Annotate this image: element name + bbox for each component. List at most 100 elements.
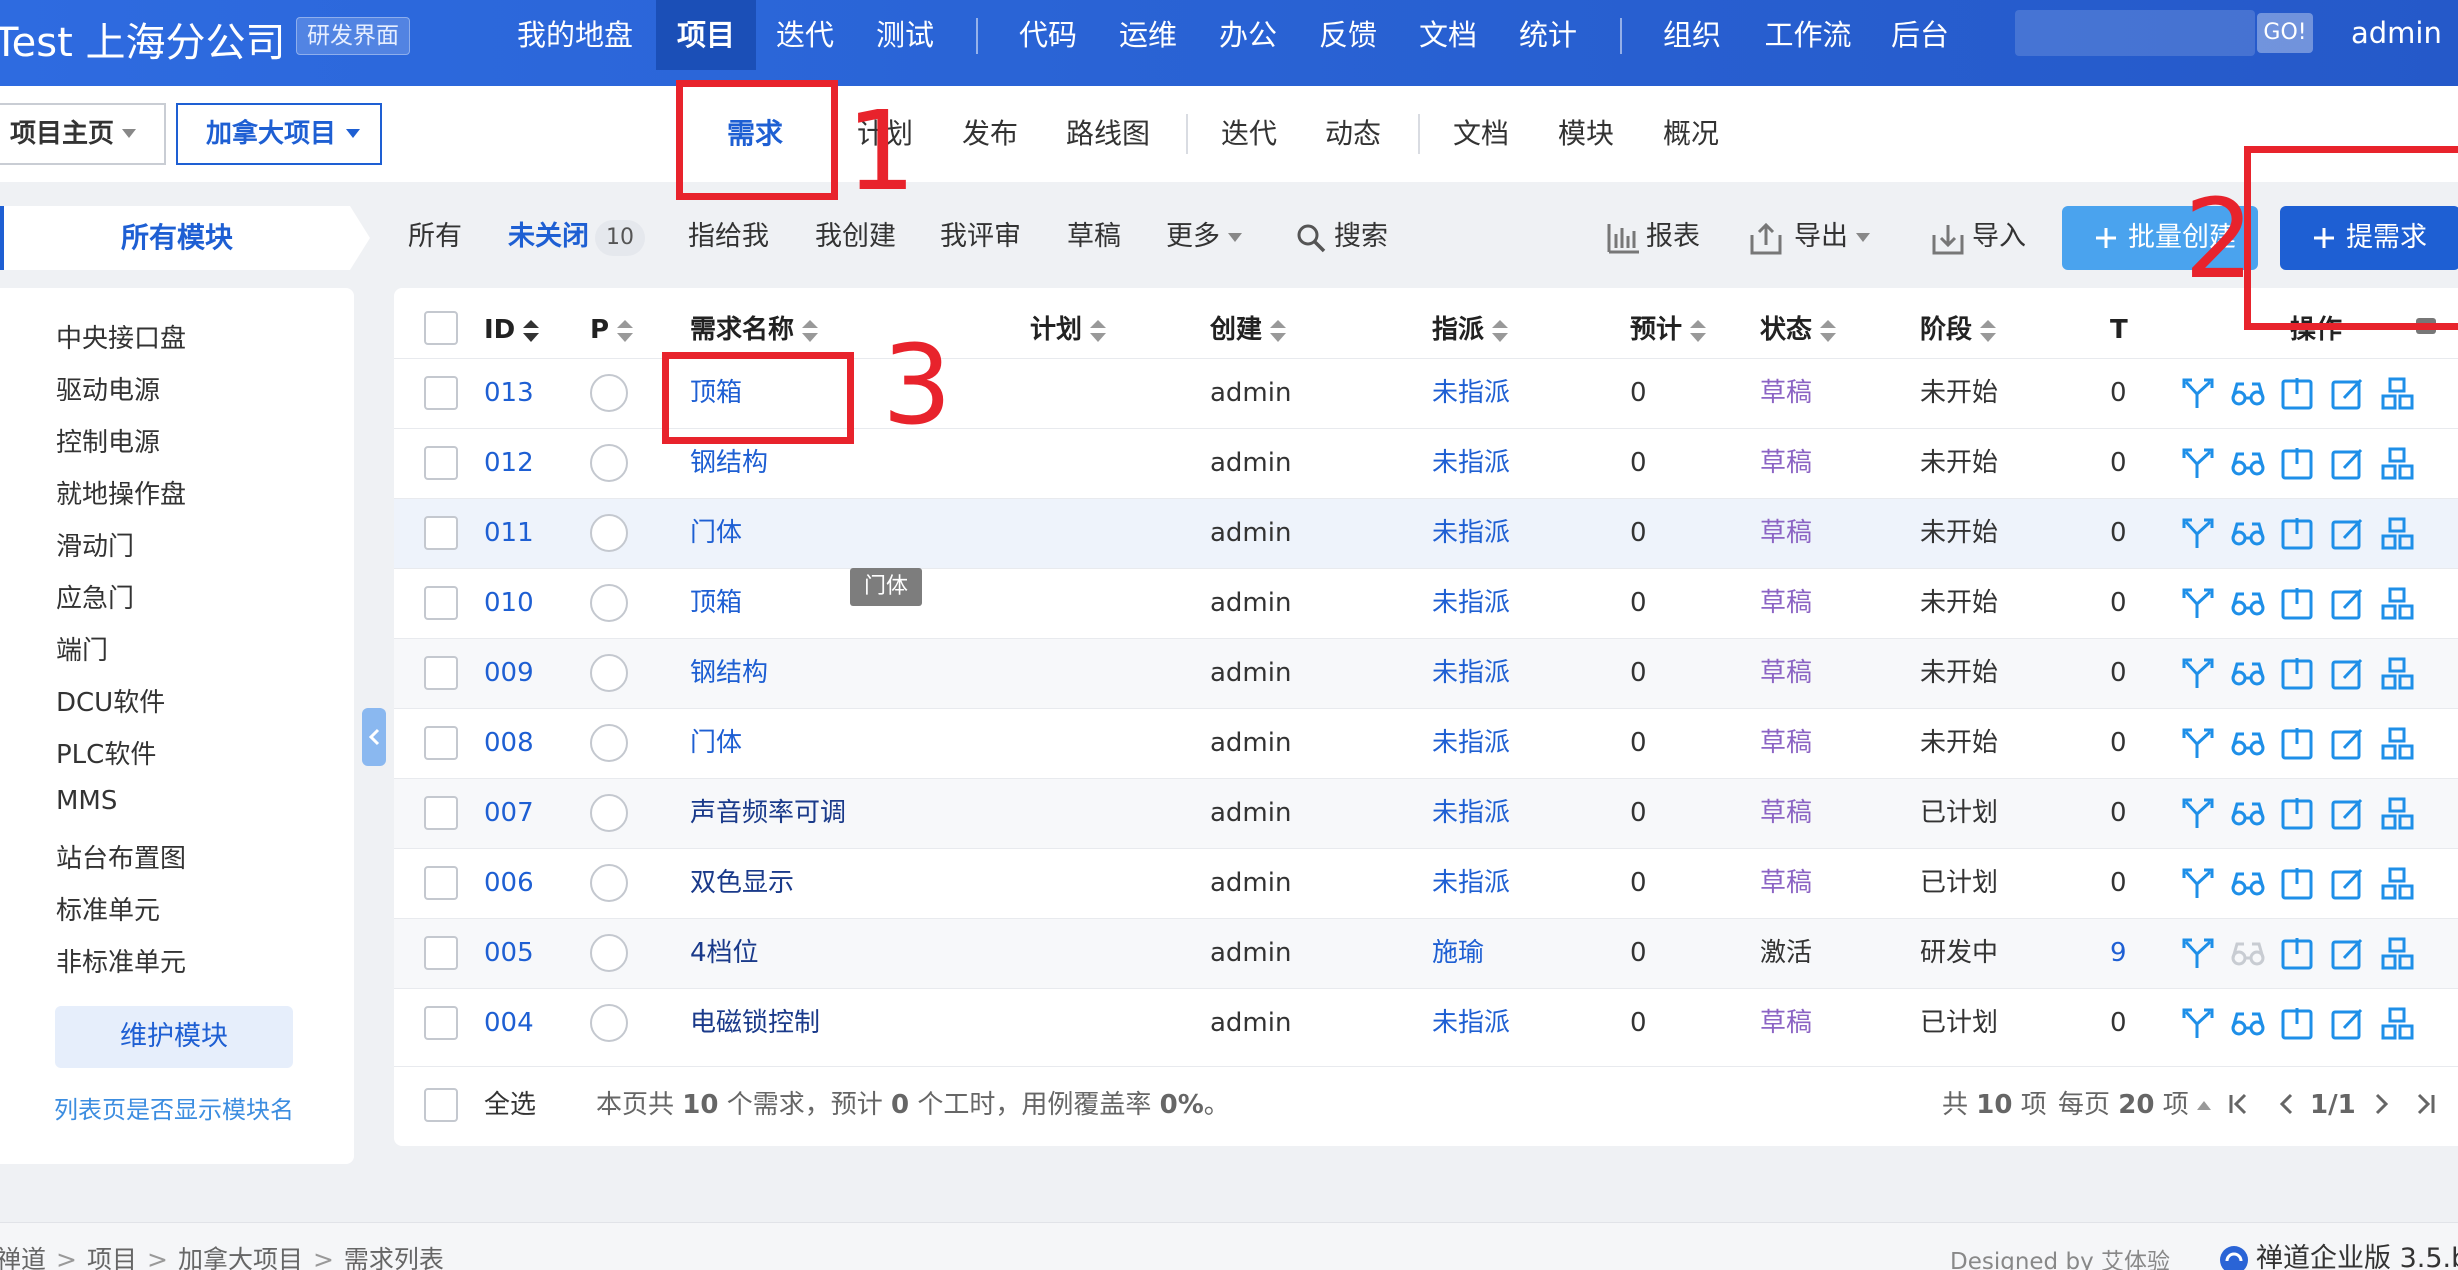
row-checkbox[interactable] [424, 376, 458, 410]
split-icon[interactable] [2180, 376, 2216, 412]
search-go-button[interactable]: GO! [2257, 13, 2313, 53]
footer-crumb[interactable]: 禅道 [0, 1245, 46, 1270]
edit-icon[interactable] [2330, 796, 2366, 832]
col-header-name[interactable]: 需求名称 [690, 312, 819, 348]
col-header-estimate[interactable]: 预计 [1630, 312, 1707, 348]
edit-icon[interactable] [2330, 866, 2366, 902]
split-icon[interactable] [2180, 726, 2216, 762]
split-icon[interactable] [2180, 866, 2216, 902]
filter-all[interactable]: 所有 [408, 212, 462, 262]
col-header-tasks[interactable]: T [2110, 312, 2128, 348]
page-size-dropdown[interactable]: 每页 20 项 [2058, 1070, 2211, 1140]
nav-feedback[interactable]: 反馈 [1308, 0, 1388, 70]
edit-icon[interactable] [2330, 586, 2366, 622]
story-name-link[interactable]: 声音频率可调 [690, 778, 846, 848]
module-item[interactable]: 端门 [56, 630, 108, 667]
edit-icon[interactable] [2330, 376, 2366, 412]
module-item[interactable]: 滑动门 [56, 526, 134, 563]
col-header-creator[interactable]: 创建 [1210, 312, 1287, 348]
col-header-priority[interactable]: P [590, 312, 634, 348]
story-assignee-link[interactable]: 未指派 [1432, 428, 1510, 498]
import-button[interactable]: 导入 [1930, 212, 2026, 262]
close-icon[interactable] [2280, 446, 2316, 482]
review-icon[interactable] [2230, 446, 2266, 482]
story-name-link[interactable]: 双色显示 [690, 848, 794, 918]
edit-icon[interactable] [2330, 726, 2366, 762]
col-header-status[interactable]: 状态 [1760, 312, 1837, 348]
split-icon[interactable] [2180, 796, 2216, 832]
subnav-roadmap[interactable]: 路线图 [1060, 86, 1156, 182]
nav-admin[interactable]: 后台 [1880, 0, 1960, 70]
story-id-link[interactable]: 010 [484, 568, 534, 638]
nav-office[interactable]: 办公 [1208, 0, 1288, 70]
search-toggle[interactable]: 搜索 [1296, 212, 1388, 262]
story-name-link[interactable]: 钢结构 [690, 638, 768, 708]
filter-unclosed[interactable]: 未关闭 10 [508, 212, 645, 262]
first-page-icon[interactable] [2228, 1093, 2250, 1115]
copy-icon[interactable] [2380, 446, 2416, 482]
row-checkbox[interactable] [424, 656, 458, 690]
close-icon[interactable] [2280, 516, 2316, 552]
nav-code[interactable]: 代码 [1008, 0, 1088, 70]
review-icon[interactable] [2230, 726, 2266, 762]
nav-docs[interactable]: 文档 [1408, 0, 1488, 70]
module-item[interactable]: 控制电源 [56, 422, 160, 459]
review-icon[interactable] [2230, 656, 2266, 692]
col-header-stage[interactable]: 阶段 [1920, 312, 1997, 348]
subnav-module[interactable]: 模块 [1551, 86, 1621, 182]
next-page-icon[interactable] [2370, 1093, 2392, 1115]
sidebar-collapse-toggle[interactable] [362, 708, 386, 766]
all-modules-tab[interactable]: 所有模块 [0, 206, 350, 270]
story-assignee-link[interactable]: 未指派 [1432, 778, 1510, 848]
prev-page-icon[interactable] [2276, 1093, 2298, 1115]
footer-crumb[interactable]: 项目 [87, 1245, 137, 1270]
crumb-project-home[interactable]: 项目主页 [0, 103, 166, 165]
row-checkbox[interactable] [424, 796, 458, 830]
nav-workflow[interactable]: 工作流 [1756, 0, 1860, 70]
copy-icon[interactable] [2380, 1006, 2416, 1042]
story-id-link[interactable]: 013 [484, 358, 534, 428]
review-icon[interactable] [2230, 586, 2266, 622]
edit-icon[interactable] [2330, 516, 2366, 552]
header-select-checkbox[interactable] [424, 311, 458, 345]
story-name-link[interactable]: 顶箱 [690, 568, 742, 638]
copy-icon[interactable] [2380, 936, 2416, 972]
module-item[interactable]: 站台布置图 [56, 838, 186, 875]
review-icon[interactable] [2230, 516, 2266, 552]
module-item[interactable]: 应急门 [56, 578, 134, 615]
row-checkbox[interactable] [424, 726, 458, 760]
subnav-iteration[interactable]: 迭代 [1214, 86, 1284, 182]
module-item[interactable]: 非标准单元 [56, 942, 186, 979]
copy-icon[interactable] [2380, 656, 2416, 692]
split-icon[interactable] [2180, 1006, 2216, 1042]
story-id-link[interactable]: 011 [484, 498, 534, 568]
split-icon[interactable] [2180, 446, 2216, 482]
nav-my-dashboard[interactable]: 我的地盘 [512, 0, 638, 70]
global-search-input[interactable] [2015, 10, 2255, 56]
report-button[interactable]: 报表 [1606, 212, 1700, 262]
filter-more-dropdown[interactable]: 更多 [1166, 212, 1242, 262]
story-task-count[interactable]: 9 [2110, 918, 2127, 988]
copy-icon[interactable] [2380, 376, 2416, 412]
row-checkbox[interactable] [424, 866, 458, 900]
col-header-id[interactable]: ID [484, 312, 540, 348]
split-icon[interactable] [2180, 516, 2216, 552]
copy-icon[interactable] [2380, 726, 2416, 762]
close-icon[interactable] [2280, 1006, 2316, 1042]
last-page-icon[interactable] [2414, 1093, 2436, 1115]
col-header-assigned[interactable]: 指派 [1432, 312, 1509, 348]
edit-icon[interactable] [2330, 1006, 2366, 1042]
show-module-name-link[interactable]: 列表页是否显示模块名 [54, 1090, 294, 1125]
nav-ops[interactable]: 运维 [1108, 0, 1188, 70]
nav-stats[interactable]: 统计 [1508, 0, 1588, 70]
module-item[interactable]: 驱动电源 [56, 370, 160, 407]
review-icon[interactable] [2230, 796, 2266, 832]
crumb-project-switch[interactable]: 加拿大项目 [176, 103, 382, 165]
review-icon[interactable] [2230, 866, 2266, 902]
export-dropdown[interactable]: 导出 [1748, 212, 1870, 262]
story-id-link[interactable]: 008 [484, 708, 534, 778]
edit-icon[interactable] [2330, 446, 2366, 482]
close-icon[interactable] [2280, 726, 2316, 762]
filter-assigned-to-me[interactable]: 指给我 [688, 212, 769, 262]
filter-created-by-me[interactable]: 我创建 [815, 212, 896, 262]
